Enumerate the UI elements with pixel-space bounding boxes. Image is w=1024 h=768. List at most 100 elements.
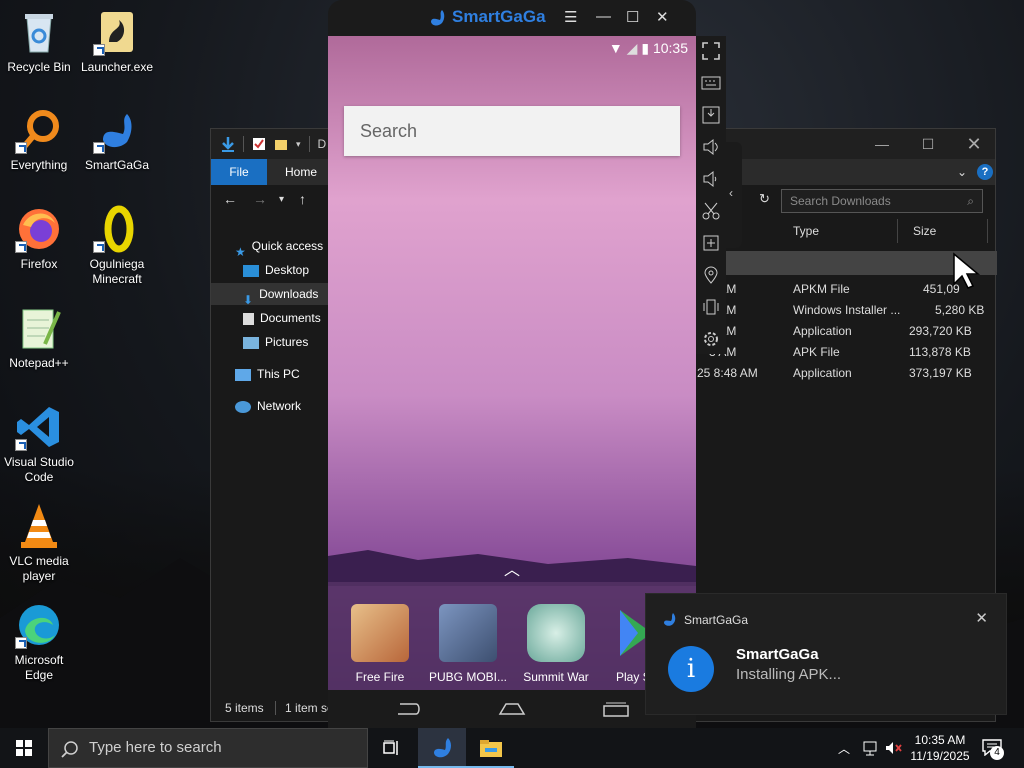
desktop-icon-edge[interactable]: Microsoft Edge: [0, 601, 78, 683]
column-headers: Type Size: [701, 219, 997, 243]
customize-qat-icon[interactable]: ▾: [296, 139, 301, 150]
fullscreen-icon[interactable]: [701, 41, 721, 61]
desktop-folder-icon: [243, 264, 259, 277]
help-icon[interactable]: ?: [977, 164, 993, 180]
android-search-bar[interactable]: Search: [344, 106, 680, 156]
table-row[interactable]: 1 AM Windows Installer ... 5,280 KB: [697, 300, 997, 321]
keyboard-icon[interactable]: [701, 73, 721, 93]
smartgaga-icon: [93, 106, 141, 154]
android-screen[interactable]: ▼ ◢ ▮ 10:35 Search ︿ Free Fire PUBG MOBI…: [328, 36, 696, 690]
tab-file[interactable]: File: [211, 159, 267, 185]
minimize-button[interactable]: —: [859, 129, 905, 159]
maximize-button[interactable]: ☐: [905, 129, 951, 159]
settings-gear-icon[interactable]: [701, 329, 721, 349]
collapse-toolbar-handle[interactable]: ‹: [726, 142, 742, 248]
table-row[interactable]: 25 8:48 AM Application 373,197 KB: [697, 363, 997, 384]
system-clock[interactable]: 10:35 AM 11/19/2025: [900, 732, 980, 764]
app-free-fire[interactable]: Free Fire: [340, 604, 420, 684]
screenshot-scissors-icon[interactable]: [701, 201, 721, 221]
location-icon[interactable]: [701, 265, 721, 285]
menu-icon[interactable]: ☰: [564, 8, 577, 26]
desktop-icon-everything[interactable]: Everything: [0, 106, 78, 173]
nav-network[interactable]: Network: [235, 395, 301, 417]
search-icon: [61, 741, 78, 758]
notification-toast[interactable]: SmartGaGa ✕ i SmartGaGa Installing APK..…: [645, 593, 1007, 715]
desktop-icon-label: Launcher.exe: [80, 60, 154, 74]
nav-documents[interactable]: Documents: [243, 307, 321, 329]
nav-pictures[interactable]: Pictures: [243, 331, 308, 353]
free-fire-icon: [351, 604, 409, 662]
android-recents-icon[interactable]: [602, 700, 630, 718]
column-size[interactable]: Size: [913, 219, 936, 243]
desktop-icon-firefox[interactable]: Firefox: [0, 205, 78, 272]
taskbar-smartgaga[interactable]: [418, 728, 466, 768]
pubg-icon: [439, 604, 497, 662]
multi-instance-icon[interactable]: [701, 233, 721, 253]
desktop-icon-vscode[interactable]: Visual Studio Code: [0, 403, 78, 485]
desktop-icon-notepadpp[interactable]: Notepad++: [0, 304, 78, 371]
nav-desktop[interactable]: Desktop: [243, 259, 309, 281]
desktop-icon-smartgaga[interactable]: SmartGaGa: [78, 106, 156, 173]
up-arrow-icon[interactable]: ↑: [299, 191, 306, 207]
nav-quick-access[interactable]: ★ Quick access: [235, 235, 323, 259]
minimize-button[interactable]: —: [596, 8, 611, 25]
desktop-icon-minecraft[interactable]: Ogulniega Minecraft: [78, 205, 156, 287]
toast-close-icon[interactable]: ✕: [975, 609, 988, 627]
volume-up-icon[interactable]: [701, 137, 721, 157]
app-pubg-mobile[interactable]: PUBG MOBI...: [428, 604, 508, 684]
properties-icon[interactable]: [252, 137, 266, 151]
desktop-icon-launcher[interactable]: Launcher.exe: [78, 8, 156, 75]
forward-arrow-icon[interactable]: →: [253, 191, 267, 207]
desktop-icon-label: Ogulniega Minecraft: [89, 257, 145, 286]
search-downloads-input[interactable]: Search Downloads ⌕: [781, 189, 983, 213]
wifi-icon: ▼: [608, 40, 623, 56]
shortcut-arrow-icon: [15, 637, 27, 649]
shake-icon[interactable]: [701, 297, 721, 317]
expand-ribbon-icon[interactable]: ⌄: [957, 165, 967, 179]
column-type[interactable]: Type: [793, 219, 819, 243]
desktop-icon-recycle-bin[interactable]: Recycle Bin: [0, 8, 78, 75]
clock-date: 11/19/2025: [910, 749, 970, 763]
recent-locations-icon[interactable]: ▾: [279, 194, 284, 205]
close-button[interactable]: ✕: [951, 129, 997, 159]
back-arrow-icon[interactable]: ←: [223, 191, 237, 207]
table-row[interactable]: 3 AM APK File 113,878 KB: [697, 342, 997, 363]
star-icon: ★: [235, 244, 246, 259]
android-home-icon[interactable]: [498, 700, 526, 718]
file-list: 4 AM APKM File 451,09 1 AM Windows Insta…: [697, 279, 997, 384]
battery-icon: ▮: [641, 40, 650, 56]
taskbar-search-input[interactable]: Type here to search: [48, 728, 368, 768]
new-folder-icon[interactable]: [274, 137, 288, 151]
maximize-button[interactable]: ☐: [626, 8, 639, 26]
install-apk-icon[interactable]: [701, 105, 721, 125]
action-center-button[interactable]: 4: [982, 738, 1012, 760]
tab-home[interactable]: Home: [271, 159, 331, 185]
start-button[interactable]: [0, 728, 48, 768]
network-status-icon[interactable]: [862, 740, 880, 768]
windows-logo-icon: [16, 740, 32, 756]
clock-time: 10:35 AM: [914, 733, 966, 747]
toast-title: SmartGaGa: [736, 646, 819, 663]
show-hidden-icons-chevron-icon[interactable]: ︿: [838, 740, 850, 768]
refresh-icon[interactable]: ↻: [759, 191, 770, 207]
android-back-icon[interactable]: [394, 700, 422, 718]
nav-downloads[interactable]: ⬇ Downloads: [211, 283, 329, 307]
toast-message: Installing APK...: [736, 666, 842, 683]
table-row[interactable]: 5 AM Application 293,720 KB: [697, 321, 997, 342]
desktop-icon-label: VLC media player: [9, 554, 69, 583]
smartgaga-logo-icon: [431, 9, 445, 26]
taskbar-file-explorer[interactable]: [466, 728, 514, 768]
app-drawer-chevron-icon[interactable]: ︿: [504, 556, 520, 580]
volume-down-icon[interactable]: [701, 169, 721, 189]
emulator-brand: SmartGaGa: [428, 7, 546, 28]
desktop-icon-vlc[interactable]: VLC media player: [0, 502, 78, 584]
desktop-icon-label: Microsoft Edge: [14, 653, 64, 682]
task-view-icon: [383, 740, 398, 755]
android-nav-bar: [328, 690, 696, 728]
app-summit-war[interactable]: Summit War: [516, 604, 596, 684]
window-title: D: [317, 137, 327, 151]
nav-this-pc[interactable]: This PC: [235, 363, 300, 385]
close-button[interactable]: ✕: [656, 8, 669, 26]
navigation-pane: ★ Quick access Desktop ⬇ Downloads Documen…: [211, 227, 329, 697]
task-view-button[interactable]: [368, 728, 416, 768]
